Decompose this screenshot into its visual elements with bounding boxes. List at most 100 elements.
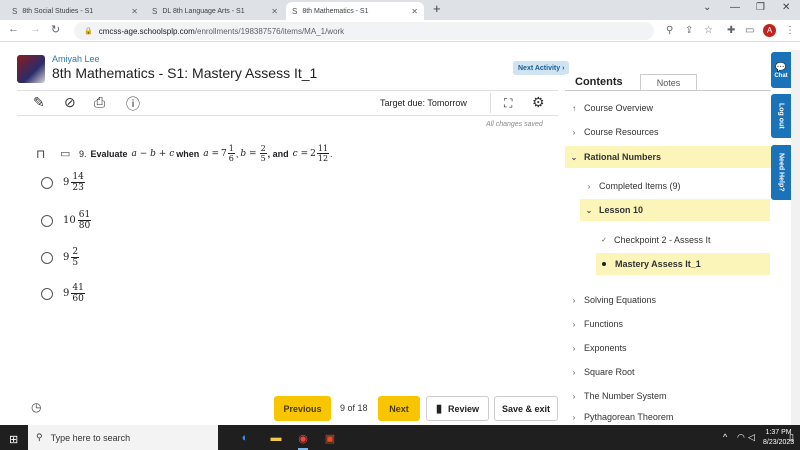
new-tab-icon[interactable]: + <box>433 1 441 16</box>
url-host: cmcss-age.schoolsplp.com <box>98 26 195 36</box>
radio-button[interactable] <box>41 287 53 300</box>
address-bar-row: ← → ↻ 🔒 cmcss-age.schoolsplp.com /enroll… <box>0 20 800 42</box>
review-button[interactable]: ▮ Review <box>426 396 489 421</box>
close-icon[interactable]: ✕ <box>411 7 418 16</box>
logout-tab[interactable]: Log out <box>771 94 791 138</box>
gear-icon[interactable]: ⚙ <box>532 94 545 111</box>
chevron-down-icon: ⌄ <box>585 205 593 215</box>
taskbar-clock[interactable]: 1:37 PM 8/23/2023 <box>763 428 794 448</box>
question-expression: a − b + c <box>131 148 175 159</box>
next-button[interactable]: Next <box>378 396 420 421</box>
option-denominator: 23 <box>72 183 84 193</box>
answer-option[interactable]: 9 25 <box>41 247 80 268</box>
reload-icon[interactable]: ↻ <box>51 23 60 36</box>
extensions-icon[interactable]: ✚ <box>727 25 735 36</box>
info-icon[interactable]: ⓘ <box>126 94 140 114</box>
browser-tab-language-arts[interactable]: S DL 8th Language Arts - S1 ✕ <box>146 2 284 20</box>
volume-icon[interactable]: ◁ <box>748 432 755 443</box>
window-close-icon[interactable]: ✕ <box>782 2 790 13</box>
share-icon[interactable]: ⇪ <box>685 25 693 36</box>
tab-label: DL 8th Language Arts - S1 <box>162 7 245 15</box>
file-explorer-icon[interactable]: ▬ <box>269 431 283 445</box>
tab-contents[interactable]: Contents <box>575 74 623 90</box>
previous-button[interactable]: Previous <box>274 396 331 421</box>
option-denominator: 60 <box>72 294 84 304</box>
close-icon[interactable]: ✕ <box>271 7 278 16</box>
sidebar-item-course-resources[interactable]: › Course Resources <box>565 121 771 143</box>
avatar <box>17 55 45 83</box>
sidebar-item-mastery-assess[interactable]: Mastery Assess It_1 <box>596 253 770 275</box>
chrome-icon[interactable]: ◉ <box>296 431 310 450</box>
sidebar-item-lesson-10[interactable]: ⌄ Lesson 10 <box>580 199 770 221</box>
chevron-down-icon: ⌄ <box>570 152 578 162</box>
option-fraction: 41 60 <box>71 283 85 304</box>
windows-start-icon[interactable]: ⊞ <box>9 433 18 446</box>
option-numerator: 41 <box>71 283 85 294</box>
option-whole: 9 <box>63 177 70 188</box>
note-icon[interactable]: ▭ <box>60 147 70 160</box>
chevron-down-icon[interactable]: ⌄ <box>703 2 711 13</box>
print-icon[interactable]: ⎙ <box>94 94 105 111</box>
edge-icon[interactable]: ◐ <box>238 431 252 445</box>
var-c: c = <box>292 148 309 159</box>
sidebar-item-rational-numbers[interactable]: ⌄ Rational Numbers <box>565 146 771 168</box>
sidebar-item-completed-items[interactable]: › Completed Items (9) <box>565 175 771 197</box>
browser-tab-social-studies[interactable]: S 8th Social Studies - S1 ✕ <box>6 2 144 20</box>
chat-tab[interactable]: 💬 Chat <box>771 52 791 88</box>
sidebar-item-functions[interactable]: › Functions <box>565 313 771 335</box>
sidebar-item-pythagorean[interactable]: › Pythagorean Theorem <box>565 409 771 425</box>
close-icon[interactable]: ✕ <box>131 7 138 16</box>
sidebar-item-exponents[interactable]: › Exponents <box>565 337 771 359</box>
bookmark-icon[interactable]: ⊓ <box>36 147 45 161</box>
url-field[interactable]: 🔒 cmcss-age.schoolsplp.com /enrollments/… <box>74 22 654 40</box>
radio-button[interactable] <box>41 251 53 264</box>
menu-icon[interactable]: ⋮ <box>785 25 795 36</box>
tab-label: 8th Social Studies - S1 <box>22 7 94 15</box>
radio-button[interactable] <box>41 214 53 227</box>
option-fraction: 61 80 <box>77 210 92 231</box>
clock-icon[interactable]: ◷ <box>31 400 41 414</box>
user-name[interactable]: Amiyah Lee <box>52 54 100 64</box>
chat-label: Chat <box>774 72 788 79</box>
fullscreen-icon[interactable]: ⛶ <box>504 96 512 111</box>
b-denominator: 5 <box>260 154 266 163</box>
profile-avatar[interactable]: A <box>763 24 776 37</box>
star-icon[interactable]: ☆ <box>704 25 713 36</box>
wifi-icon[interactable]: ◠ <box>737 432 745 443</box>
save-exit-button[interactable]: Save & exit <box>494 396 558 421</box>
c-numerator: 11 <box>316 144 330 154</box>
tray-chevron-icon[interactable]: ^ <box>723 432 727 442</box>
sidebar-item-number-system[interactable]: › The Number System <box>565 385 771 407</box>
sidebar-item-square-root[interactable]: › Square Root <box>565 361 771 383</box>
sidepanel-icon[interactable]: ▭ <box>745 25 754 36</box>
eliminator-icon[interactable]: ⊘ <box>64 94 76 111</box>
a-denominator: 6 <box>228 154 234 163</box>
question-end: . <box>330 148 333 159</box>
sidebar-item-solving-equations[interactable]: › Solving Equations <box>565 289 771 311</box>
zoom-icon[interactable]: ⚲ <box>666 25 673 36</box>
answer-option[interactable]: 9 41 60 <box>41 283 86 304</box>
restore-icon[interactable]: ❐ <box>756 2 765 13</box>
browser-tab-mathematics[interactable]: S 8th Mathematics - S1 ✕ <box>286 2 424 20</box>
sidebar-item-label: Square Root <box>584 367 635 377</box>
chat-icon: 💬 <box>775 61 787 72</box>
scrollbar[interactable] <box>791 50 800 425</box>
c-denominator: 12 <box>317 154 329 163</box>
option-whole: 9 <box>63 288 70 299</box>
sidebar-item-course-overview[interactable]: ↑ Course Overview <box>565 97 771 119</box>
radio-button[interactable] <box>41 176 53 189</box>
next-activity-button[interactable]: Next Activity › <box>513 61 570 75</box>
taskbar-search[interactable]: ⚲ Type here to search <box>28 425 218 450</box>
answer-option[interactable]: 9 14 23 <box>41 172 86 193</box>
forward-icon[interactable]: → <box>30 23 41 35</box>
office-icon[interactable]: ▣ <box>323 431 337 445</box>
minimize-icon[interactable]: — <box>730 2 740 13</box>
back-icon[interactable]: ← <box>8 23 19 35</box>
pencil-icon[interactable]: ✎ <box>33 94 45 111</box>
schoology-icon: S <box>12 6 18 16</box>
c-fraction: 11 12 <box>316 144 330 163</box>
sidebar-item-checkpoint-2[interactable]: ✓ Checkpoint 2 - Assess It <box>565 229 771 251</box>
tab-notes[interactable]: Notes <box>640 74 697 90</box>
help-tab[interactable]: Need Help? <box>771 145 791 200</box>
answer-option[interactable]: 10 61 80 <box>41 210 92 231</box>
